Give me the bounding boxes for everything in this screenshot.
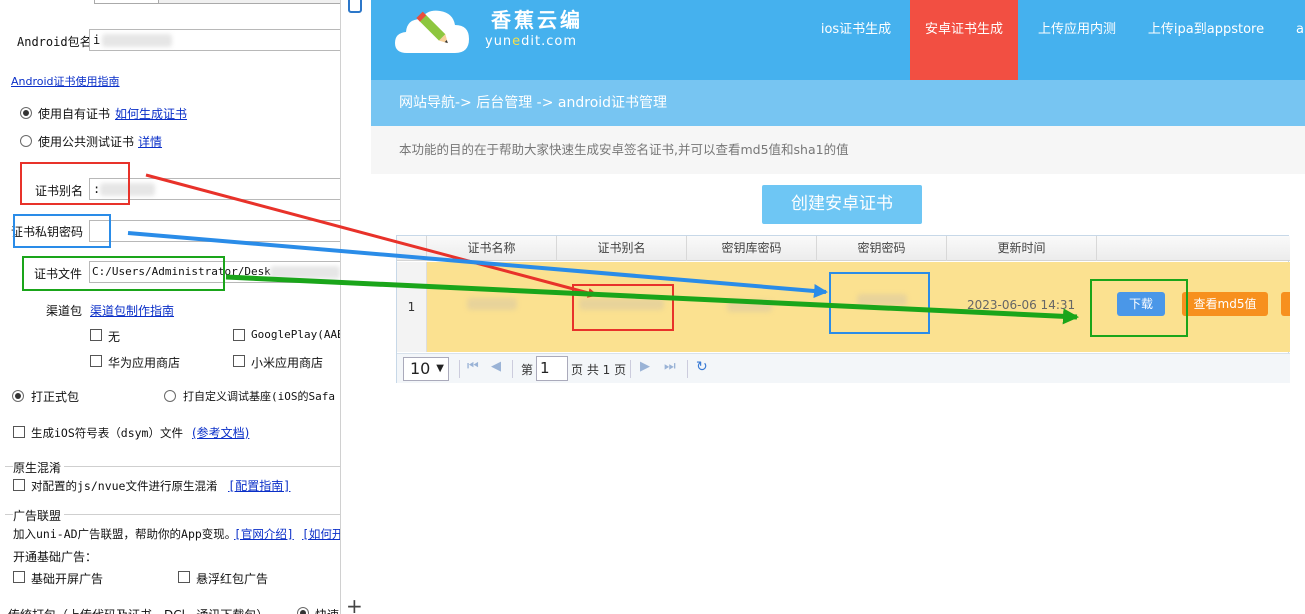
dsym-reference-link[interactable]: (参考文档) bbox=[192, 424, 249, 441]
keystore-password-redacted bbox=[727, 300, 772, 312]
col-cert-alias[interactable]: 证书别名 bbox=[557, 236, 687, 261]
own-cert-label: 使用自有证书 bbox=[38, 107, 111, 121]
col-cert-name[interactable]: 证书名称 bbox=[427, 236, 557, 261]
first-page-icon[interactable]: ⏮ bbox=[467, 359, 479, 374]
page-number-input[interactable]: 1 bbox=[536, 356, 568, 381]
ad-basic-title: 开通基础广告： bbox=[13, 550, 98, 564]
ad-splash-label: 基础开屏广告 bbox=[31, 572, 104, 586]
formal-package-radio[interactable] bbox=[12, 390, 24, 402]
fast-pack-label: 快速 bbox=[315, 606, 339, 614]
table-pager: 10 ▼ ⏮ ◀ 第 1 页 共 1 页 ▶ ⏭ ↻ bbox=[397, 353, 1290, 383]
nav-more[interactable]: a bbox=[1290, 0, 1305, 80]
traditional-pack-label: 传统打包（上传代码及证书，DCl...通讯下载包） bbox=[8, 606, 268, 614]
key-password-highlight-box bbox=[13, 214, 111, 248]
channel-label: 渠道包 bbox=[46, 304, 83, 318]
ad-redpack-checkbox[interactable] bbox=[178, 571, 190, 583]
public-cert-radio[interactable] bbox=[20, 135, 32, 147]
cloud-pencil-logo-icon bbox=[395, 10, 469, 53]
dsym-checkbox[interactable] bbox=[13, 426, 25, 438]
create-android-cert-button[interactable]: 创建安卓证书 bbox=[762, 185, 922, 224]
android-package-input[interactable]: i bbox=[89, 29, 340, 51]
phone-icon[interactable] bbox=[348, 0, 362, 13]
android-package-value: i bbox=[93, 33, 101, 47]
ad-official-intro-link[interactable]: [官网介绍] bbox=[234, 526, 294, 542]
ad-splash-checkbox[interactable] bbox=[13, 571, 25, 583]
android-package-label: Android包名 bbox=[17, 35, 92, 49]
row-number: 1 bbox=[397, 262, 427, 352]
refresh-icon[interactable]: ↻ bbox=[696, 359, 708, 375]
cert-name-redacted bbox=[467, 298, 517, 310]
page-total-text: 页 共 1 页 bbox=[571, 363, 627, 377]
last-page-icon[interactable]: ⏭ bbox=[664, 359, 676, 374]
alias-highlight-box bbox=[20, 162, 130, 205]
channel-xiaomi-checkbox[interactable] bbox=[233, 355, 245, 367]
next-page-icon[interactable]: ▶ bbox=[640, 359, 650, 374]
cert-table: 证书名称 证书别名 密钥库密码 密钥密码 更新时间 1 2023-06-06 1… bbox=[396, 235, 1290, 383]
channel-huawei-checkbox[interactable] bbox=[90, 355, 102, 367]
nav-android-cert[interactable]: 安卓证书生成 bbox=[910, 0, 1018, 80]
add-icon[interactable]: + bbox=[346, 596, 363, 614]
ad-union-description: 加入uni-AD广告联盟，帮助你的App变现。 bbox=[13, 527, 237, 541]
page-size-select[interactable]: 10 ▼ bbox=[403, 357, 449, 381]
native-obfuscation-checkbox[interactable] bbox=[13, 479, 25, 491]
download-cell-highlight-box bbox=[1090, 279, 1188, 337]
native-obfuscation-label: 对配置的js/nvue文件进行原生混淆 bbox=[31, 479, 218, 493]
ad-union-title: 广告联盟 bbox=[13, 507, 65, 524]
col-update-time[interactable]: 更新时间 bbox=[947, 236, 1097, 261]
alias-cell-highlight-box bbox=[572, 284, 674, 331]
nav-upload-appstore[interactable]: 上传ipa到appstore bbox=[1141, 0, 1271, 80]
table-header: 证书名称 证书别名 密钥库密码 密钥密码 更新时间 bbox=[397, 236, 1290, 261]
channel-googleplay-label: GooglePlay(AAB) bbox=[251, 328, 341, 341]
ad-redpack-label: 悬浮红包广告 bbox=[196, 572, 269, 586]
update-time-cell: 2023-06-06 14:31 bbox=[967, 298, 1076, 312]
yunedit-page: 香蕉云编 yunedit.com ios证书生成 安卓证书生成 上传应用内测 上… bbox=[371, 0, 1305, 614]
prev-page-icon[interactable]: ◀ bbox=[491, 359, 501, 374]
channel-guide-link[interactable]: 渠道包制作指南 bbox=[90, 302, 174, 319]
site-header: 香蕉云编 yunedit.com ios证书生成 安卓证书生成 上传应用内测 上… bbox=[371, 0, 1305, 80]
col-key-password[interactable]: 密钥密码 bbox=[817, 236, 947, 261]
nav-ios-cert[interactable]: ios证书生成 bbox=[807, 0, 905, 80]
custom-base-radio[interactable] bbox=[164, 390, 176, 402]
ad-howto-link[interactable]: [如何开 bbox=[302, 526, 340, 542]
dsym-label: 生成iOS符号表（dsym）文件 bbox=[31, 426, 183, 440]
native-obfuscation-guide-link[interactable]: [配置指南] bbox=[228, 477, 290, 494]
feature-description: 本功能的目的在于帮助大家快速生成安卓签名证书,并可以查看md5值和sha1的值 bbox=[371, 126, 1305, 174]
breadcrumb: 网站导航-> 后台管理 -> android证书管理 bbox=[371, 80, 1305, 126]
how-to-generate-cert-link[interactable]: 如何生成证书 bbox=[115, 105, 187, 122]
brand-domain: yunedit.com bbox=[485, 34, 578, 49]
public-cert-details-link[interactable]: 详情 bbox=[138, 133, 162, 150]
pack-dialog: Android包名 i Android证书使用指南 使用自有证书 如何生成证书 … bbox=[0, 0, 341, 614]
dialog-tab-strip[interactable] bbox=[94, 0, 340, 4]
view-sha1-button-partial[interactable] bbox=[1281, 292, 1290, 316]
brand-name: 香蕉云编 bbox=[491, 8, 583, 32]
native-obfuscation-title: 原生混淆 bbox=[13, 459, 65, 476]
key-password-input[interactable] bbox=[89, 220, 340, 242]
channel-none-checkbox[interactable] bbox=[90, 329, 102, 341]
channel-huawei-label: 华为应用商店 bbox=[108, 356, 181, 370]
channel-googleplay-checkbox[interactable] bbox=[233, 329, 245, 341]
col-keystore-password[interactable]: 密钥库密码 bbox=[687, 236, 817, 261]
cert-file-highlight-box bbox=[22, 256, 225, 291]
formal-package-label: 打正式包 bbox=[31, 390, 80, 404]
preview-gutter bbox=[341, 0, 371, 614]
channel-none-label: 无 bbox=[108, 330, 121, 344]
view-md5-button[interactable]: 查看md5值 bbox=[1182, 292, 1268, 316]
key-password-cell-highlight-box bbox=[829, 272, 930, 334]
channel-xiaomi-label: 小米应用商店 bbox=[251, 356, 324, 370]
custom-base-label: 打自定义调试基座(iOS的Safa bbox=[183, 390, 335, 403]
page-prefix: 第 bbox=[521, 363, 534, 377]
fast-pack-radio[interactable] bbox=[297, 607, 309, 614]
android-cert-guide-link[interactable]: Android证书使用指南 bbox=[11, 73, 120, 89]
nav-upload-beta[interactable]: 上传应用内测 bbox=[1028, 0, 1126, 80]
own-cert-radio[interactable] bbox=[20, 107, 32, 119]
public-cert-label: 使用公共测试证书 bbox=[38, 135, 135, 149]
